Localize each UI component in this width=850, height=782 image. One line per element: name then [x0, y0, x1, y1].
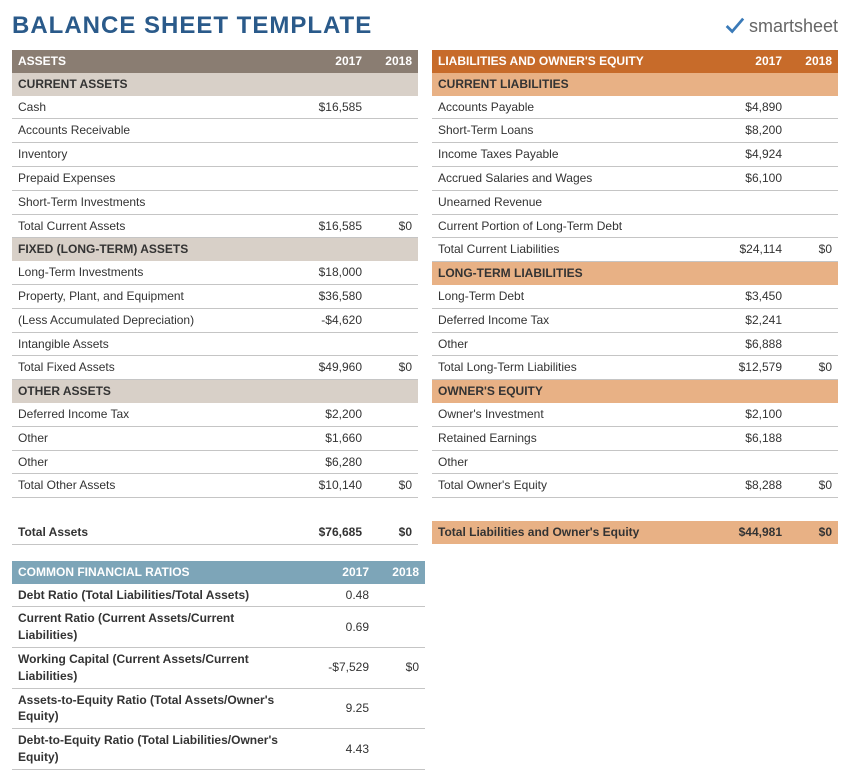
assets-header: ASSETS 2017 2018 — [12, 50, 418, 73]
total-current-liabilities: Total Current Liabilities $24,114 $0 — [432, 238, 838, 262]
current-liabilities-rows: Accounts Payable$4,890Short-Term Loans$8… — [432, 96, 838, 238]
table-row: Income Taxes Payable$4,924 — [432, 143, 838, 167]
table-row: Accrued Salaries and Wages$6,100 — [432, 166, 838, 190]
other-assets-header: OTHER ASSETS — [12, 380, 418, 403]
total-current-assets: Total Current Assets $16,585 $0 — [12, 214, 418, 238]
page-title: BALANCE SHEET TEMPLATE — [12, 12, 372, 40]
table-row: Current Ratio (Current Assets/Current Li… — [12, 607, 425, 648]
spacer-row — [432, 498, 838, 521]
assets-column: ASSETS 2017 2018 CURRENT ASSETS Cash$16,… — [12, 50, 418, 545]
table-row: Deferred Income Tax$2,241 — [432, 308, 838, 332]
fixed-assets-header: FIXED (LONG-TERM) ASSETS — [12, 238, 418, 261]
current-liabilities-header: CURRENT LIABILITIES — [432, 73, 838, 96]
table-row: Property, Plant, and Equipment$36,580 — [12, 284, 418, 308]
spacer-row — [12, 498, 418, 521]
total-assets: Total Assets $76,685 $0 — [12, 521, 418, 544]
table-row: Long-Term Investments$18,000 — [12, 261, 418, 284]
table-row: Cash$16,585 — [12, 96, 418, 119]
longterm-liabilities-header: LONG-TERM LIABILITIES — [432, 262, 838, 285]
table-row: Other — [432, 450, 838, 474]
total-other-assets: Total Other Assets $10,140 $0 — [12, 474, 418, 498]
ratios-header: COMMON FINANCIAL RATIOS 2017 2018 — [12, 561, 425, 584]
table-row: Unearned Revenue — [432, 190, 838, 214]
ratios-table: COMMON FINANCIAL RATIOS 2017 2018 Debt R… — [12, 561, 425, 770]
balance-sheet-content: ASSETS 2017 2018 CURRENT ASSETS Cash$16,… — [12, 50, 838, 545]
table-row: Debt Ratio (Total Liabilities/Total Asse… — [12, 584, 425, 607]
total-owners-equity: Total Owner's Equity $8,288 $0 — [432, 474, 838, 498]
table-row: Other$1,660 — [12, 426, 418, 450]
total-longterm-liabilities: Total Long-Term Liabilities $12,579 $0 — [432, 356, 838, 380]
longterm-liabilities-rows: Long-Term Debt$3,450Deferred Income Tax$… — [432, 285, 838, 356]
current-assets-rows: Cash$16,585Accounts ReceivableInventoryP… — [12, 96, 418, 214]
ratios-rows: Debt Ratio (Total Liabilities/Total Asse… — [12, 584, 425, 770]
owners-equity-header: OWNER'S EQUITY — [432, 380, 838, 403]
table-row: Assets-to-Equity Ratio (Total Assets/Own… — [12, 688, 425, 729]
table-row: Debt-to-Equity Ratio (Total Liabilities/… — [12, 729, 425, 770]
table-row: Accounts Receivable — [12, 119, 418, 143]
table-row: Intangible Assets — [12, 332, 418, 356]
table-row: Working Capital (Current Assets/Current … — [12, 647, 425, 688]
page-header: BALANCE SHEET TEMPLATE smartsheet — [12, 12, 838, 40]
table-row: Retained Earnings$6,188 — [432, 426, 838, 450]
table-row: Owner's Investment$2,100 — [432, 403, 838, 426]
assets-table: ASSETS 2017 2018 CURRENT ASSETS Cash$16,… — [12, 50, 418, 545]
checkmark-icon — [723, 15, 745, 37]
liabilities-column: LIABILITIES AND OWNER'S EQUITY 2017 2018… — [432, 50, 838, 545]
table-row: Deferred Income Tax$2,200 — [12, 403, 418, 426]
liabilities-header: LIABILITIES AND OWNER'S EQUITY 2017 2018 — [432, 50, 838, 73]
fixed-assets-rows: Long-Term Investments$18,000Property, Pl… — [12, 261, 418, 356]
other-assets-rows: Deferred Income Tax$2,200Other$1,660Othe… — [12, 403, 418, 474]
logo-text: smartsheet — [749, 16, 838, 37]
table-row: Other$6,280 — [12, 450, 418, 474]
table-row: Short-Term Loans$8,200 — [432, 119, 838, 143]
table-row: Other$6,888 — [432, 332, 838, 356]
table-row: (Less Accumulated Depreciation)-$4,620 — [12, 308, 418, 332]
smartsheet-logo: smartsheet — [723, 15, 838, 37]
table-row: Current Portion of Long-Term Debt — [432, 214, 838, 238]
table-row: Inventory — [12, 143, 418, 167]
total-liabilities-equity: Total Liabilities and Owner's Equity $44… — [432, 521, 838, 544]
current-assets-header: CURRENT ASSETS — [12, 73, 418, 96]
ratios-section: COMMON FINANCIAL RATIOS 2017 2018 Debt R… — [12, 561, 425, 770]
table-row: Prepaid Expenses — [12, 166, 418, 190]
table-row: Accounts Payable$4,890 — [432, 96, 838, 119]
liabilities-table: LIABILITIES AND OWNER'S EQUITY 2017 2018… — [432, 50, 838, 544]
total-fixed-assets: Total Fixed Assets $49,960 $0 — [12, 356, 418, 380]
owners-equity-rows: Owner's Investment$2,100Retained Earning… — [432, 403, 838, 474]
table-row: Long-Term Debt$3,450 — [432, 285, 838, 308]
table-row: Short-Term Investments — [12, 190, 418, 214]
